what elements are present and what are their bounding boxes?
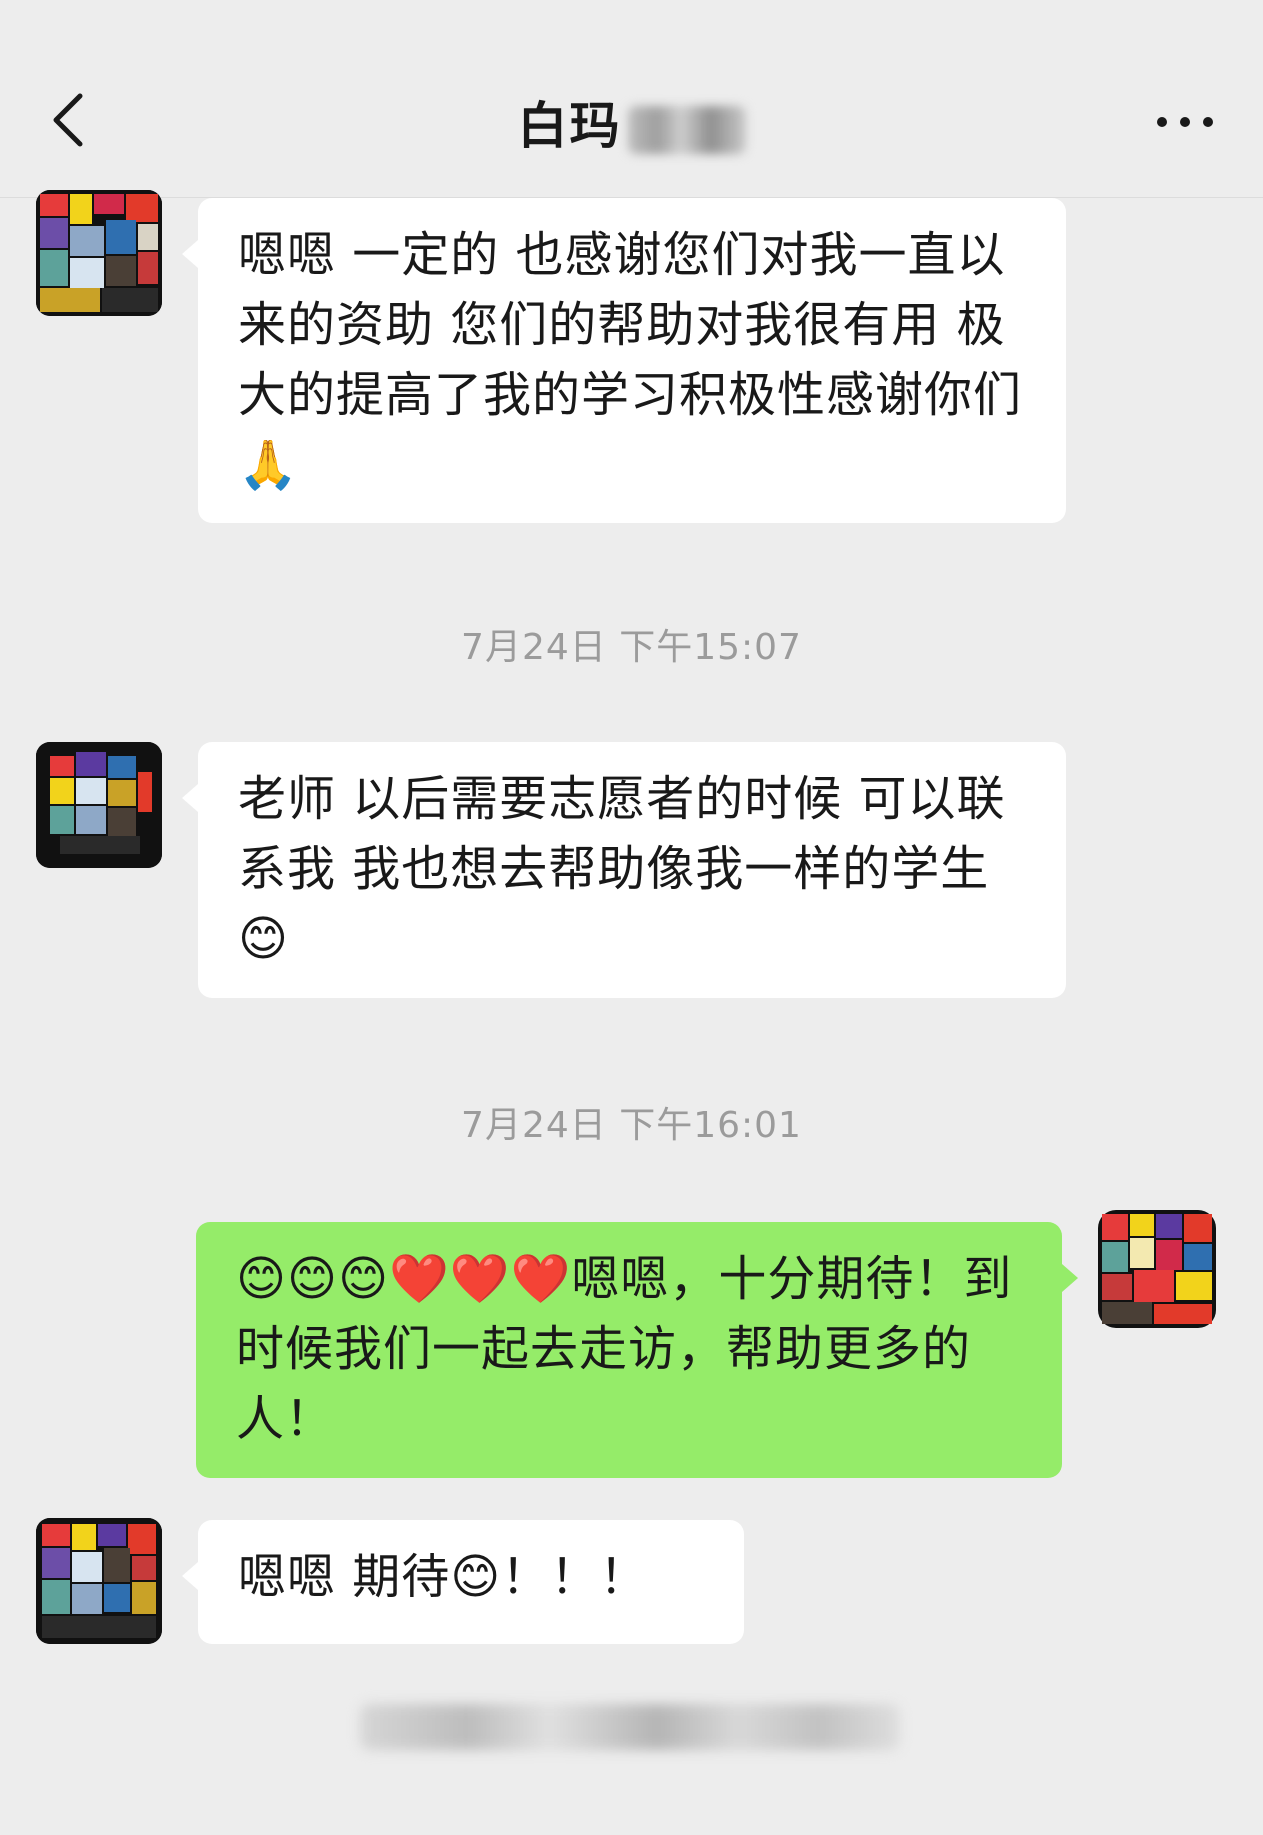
avatar-mosaic-icon (36, 190, 162, 316)
my-avatar[interactable] (1094, 1206, 1220, 1332)
message-bubble-incoming[interactable]: 嗯嗯 期待😊！！！ (182, 1520, 744, 1644)
more-options-button[interactable] (1140, 104, 1230, 140)
message-text: 老师 以后需要志愿者的时候 可以联系我 我也想去帮助像我一样的学生😊 (238, 771, 1006, 967)
message-timestamp: 7月24日 下午15:07 (461, 627, 802, 668)
avatar-mosaic-icon (1098, 1210, 1216, 1328)
message-bubble-incoming[interactable]: 嗯嗯 一定的 也感谢您们对我一直以来的资助 您们的帮助对我很有用 极大的提高了我… (182, 198, 1066, 523)
message-bubble-incoming[interactable]: 老师 以后需要志愿者的时候 可以联系我 我也想去帮助像我一样的学生😊 (182, 742, 1066, 998)
chat-title: 白玛 (517, 97, 622, 155)
contact-avatar[interactable] (36, 190, 162, 316)
ellipsis-icon (1157, 117, 1213, 127)
message-bubble-outgoing[interactable]: 😊😊😊❤️❤️❤️嗯嗯，十分期待！到时候我们一起去走访，帮助更多的人！ (196, 1222, 1078, 1478)
title-redaction (627, 105, 746, 154)
message-text: 😊😊😊❤️❤️❤️嗯嗯，十分期待！到时候我们一起去走访，帮助更多的人！ (236, 1251, 1013, 1447)
message-timestamp: 7月24日 下午16:01 (461, 1105, 802, 1146)
message-text: 嗯嗯 一定的 也感谢您们对我一直以来的资助 您们的帮助对我很有用 极大的提高了我… (238, 227, 1023, 493)
contact-avatar[interactable] (36, 742, 162, 868)
message-text: 嗯嗯 期待😊！！！ (238, 1549, 649, 1605)
contact-avatar[interactable] (36, 1518, 162, 1644)
chat-title-area: 白玛 (0, 86, 1263, 158)
avatar-mosaic-icon (36, 1518, 162, 1644)
avatar-mosaic-icon (36, 742, 162, 868)
chat-header: 白玛 (0, 0, 1263, 198)
bottom-redaction (360, 1704, 900, 1750)
